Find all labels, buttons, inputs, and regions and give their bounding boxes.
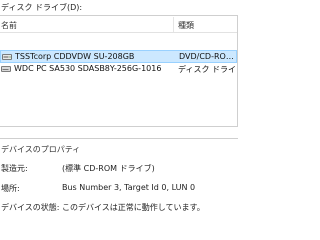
location-label: 場所: — [1, 184, 20, 193]
device-row-type: DVD/CD-RO… — [179, 52, 234, 61]
device-status-value: このデバイスは正常に動作しています。 — [62, 203, 205, 212]
device-list[interactable]: 名前 種類 TSSTcorp CDDVDW SU-208GB DVD/CD-RO… — [0, 15, 238, 127]
device-row-name: TSSTcorp CDDVDW SU-208GB — [15, 52, 135, 61]
column-header-type[interactable]: 種類 — [178, 20, 194, 31]
device-properties-group: デバイスのプロパティ 製造元: (標準 CD-ROM ドライブ) 場所: Bus… — [0, 138, 238, 240]
device-status-label: デバイスの状態: — [1, 203, 60, 212]
device-row-name: WDC PC SA530 SDASB8Y-256G-1016 — [14, 64, 162, 73]
device-properties-title: デバイスのプロパティ — [1, 145, 81, 154]
optical-drive-icon — [2, 53, 12, 61]
manufacturer-label: 製造元: — [1, 164, 28, 173]
device-list-header: 名前 種類 — [0, 16, 237, 33]
disk-drive-icon — [1, 65, 11, 73]
device-row-disk-drive[interactable]: WDC PC SA530 SDASB8Y-256G-1016 ディスク ドライブ — [0, 63, 237, 76]
column-divider[interactable] — [173, 17, 174, 32]
device-properties-page: ディスク ドライブ(D): 名前 種類 TSSTcorp CDDVDW SU-2… — [0, 0, 240, 240]
disk-drive-section-label: ディスク ドライブ(D): — [1, 3, 83, 12]
manufacturer-value: (標準 CD-ROM ドライブ) — [62, 164, 155, 173]
column-header-name[interactable]: 名前 — [1, 20, 17, 31]
device-row-type: ディスク ドライブ — [178, 65, 237, 74]
location-value: Bus Number 3, Target Id 0, LUN 0 — [62, 183, 196, 192]
device-row-optical-drive[interactable]: TSSTcorp CDDVDW SU-208GB DVD/CD-RO… — [0, 50, 237, 63]
